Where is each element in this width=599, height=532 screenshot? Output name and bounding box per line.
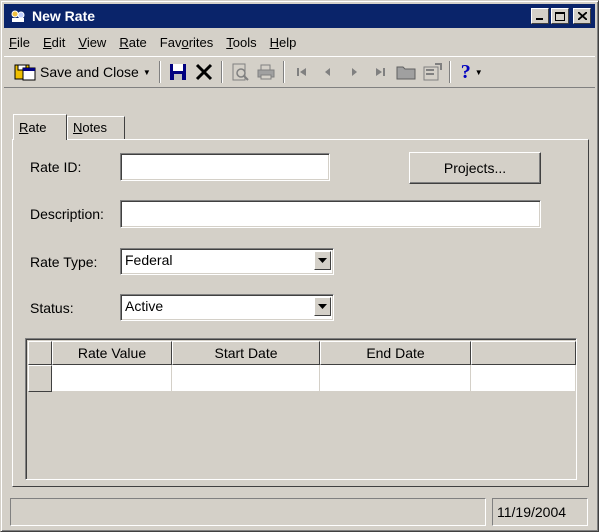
projects-button-label: Projects... (443, 160, 507, 176)
description-input[interactable] (121, 201, 540, 227)
menu-bar: File Edit View Rate Favorites Tools Help (4, 31, 595, 53)
help-button[interactable]: ? ▼ (455, 60, 489, 84)
floppy-disk-icon (169, 64, 186, 80)
maximize-button[interactable] (551, 8, 569, 24)
delete-x-icon (195, 63, 212, 81)
save-and-close-label: Save and Close (40, 64, 139, 80)
grid-header: Rate Value Start Date End Date (28, 341, 576, 365)
status-value: Active (125, 298, 164, 314)
help-dropdown-arrow-icon[interactable]: ▼ (475, 68, 483, 77)
rate-type-select[interactable]: Federal (120, 248, 334, 275)
app-icon (9, 8, 27, 24)
save-button[interactable] (165, 60, 191, 84)
column-header-start-date[interactable]: Start Date (172, 341, 320, 365)
print-button (253, 60, 279, 84)
folder-icon (396, 66, 416, 80)
toolbar-separator (282, 61, 285, 83)
toolbar-separator (448, 61, 451, 83)
grid-corner-header (28, 341, 52, 365)
description-field[interactable] (120, 200, 541, 228)
properties-icon (423, 63, 442, 81)
toolbar-separator (158, 61, 161, 83)
next-record-icon (351, 68, 357, 76)
menu-rate[interactable]: Rate (114, 35, 154, 50)
projects-button[interactable]: Projects... (409, 152, 541, 184)
chevron-down-icon (318, 304, 327, 309)
menu-help[interactable]: Help (265, 35, 305, 50)
print-preview-icon (232, 63, 249, 81)
title-bar[interactable]: New Rate (4, 4, 595, 28)
menu-tools[interactable]: Tools (221, 35, 264, 50)
rate-tab-panel: Rate ID: Projects... Description: Rate T… (12, 139, 589, 487)
delete-button[interactable] (191, 60, 217, 84)
first-record-icon (296, 68, 306, 76)
first-record-button (289, 60, 315, 84)
column-header-end-date[interactable]: End Date (320, 341, 471, 365)
status-dropdown-button[interactable] (314, 297, 331, 316)
rate-type-label: Rate Type: (30, 254, 98, 270)
last-record-icon (375, 68, 385, 76)
menu-view[interactable]: View (73, 35, 114, 50)
print-preview-button (227, 60, 253, 84)
table-row[interactable] (28, 365, 576, 392)
menu-favorites[interactable]: Favorites (155, 35, 221, 50)
menu-file[interactable]: File (4, 35, 38, 50)
description-label: Description: (30, 206, 104, 222)
save-dropdown-arrow-icon[interactable]: ▼ (143, 68, 151, 77)
cell-start-date[interactable] (172, 365, 320, 392)
last-record-button (367, 60, 393, 84)
status-label: Status: (30, 300, 74, 316)
rate-id-label: Rate ID: (30, 159, 82, 175)
column-header-blank (471, 341, 576, 365)
properties-button (419, 60, 445, 84)
status-select[interactable]: Active (120, 294, 334, 321)
minimize-button[interactable] (531, 8, 549, 24)
close-button[interactable] (573, 8, 591, 24)
status-bar: 11/19/2004 (4, 498, 595, 528)
window-title: New Rate (32, 8, 96, 24)
rate-type-dropdown-button[interactable] (314, 251, 331, 270)
new-rate-window: New Rate File Edit View Rate Favorites T… (0, 0, 599, 532)
help-question-icon: ? (460, 60, 471, 83)
save-close-icon (14, 64, 36, 81)
rate-values-grid[interactable]: Rate Value Start Date End Date (25, 338, 577, 480)
chevron-down-icon (318, 258, 327, 263)
save-and-close-button[interactable]: Save and Close ▼ (10, 60, 155, 84)
status-message-pane (10, 498, 486, 526)
tab-notes[interactable]: Notes (67, 116, 125, 140)
previous-record-button (315, 60, 341, 84)
tab-rate[interactable]: Rate (13, 114, 67, 140)
folder-button (393, 60, 419, 84)
status-date-pane: 11/19/2004 (492, 498, 588, 526)
cell-blank (471, 365, 576, 392)
cell-end-date[interactable] (320, 365, 471, 392)
cell-rate-value[interactable] (52, 365, 172, 392)
menu-edit[interactable]: Edit (38, 35, 73, 50)
rate-id-field[interactable] (120, 153, 330, 181)
rate-type-value: Federal (125, 252, 173, 268)
column-header-rate-value[interactable]: Rate Value (52, 341, 172, 365)
next-record-button (341, 60, 367, 84)
printer-icon (257, 64, 275, 80)
previous-record-icon (324, 68, 330, 76)
rate-id-input[interactable] (121, 154, 329, 180)
toolbar: Save and Close ▼ ? ▼ (4, 56, 595, 88)
toolbar-separator (220, 61, 223, 83)
status-date: 11/19/2004 (497, 504, 567, 520)
row-selector[interactable] (28, 365, 52, 392)
